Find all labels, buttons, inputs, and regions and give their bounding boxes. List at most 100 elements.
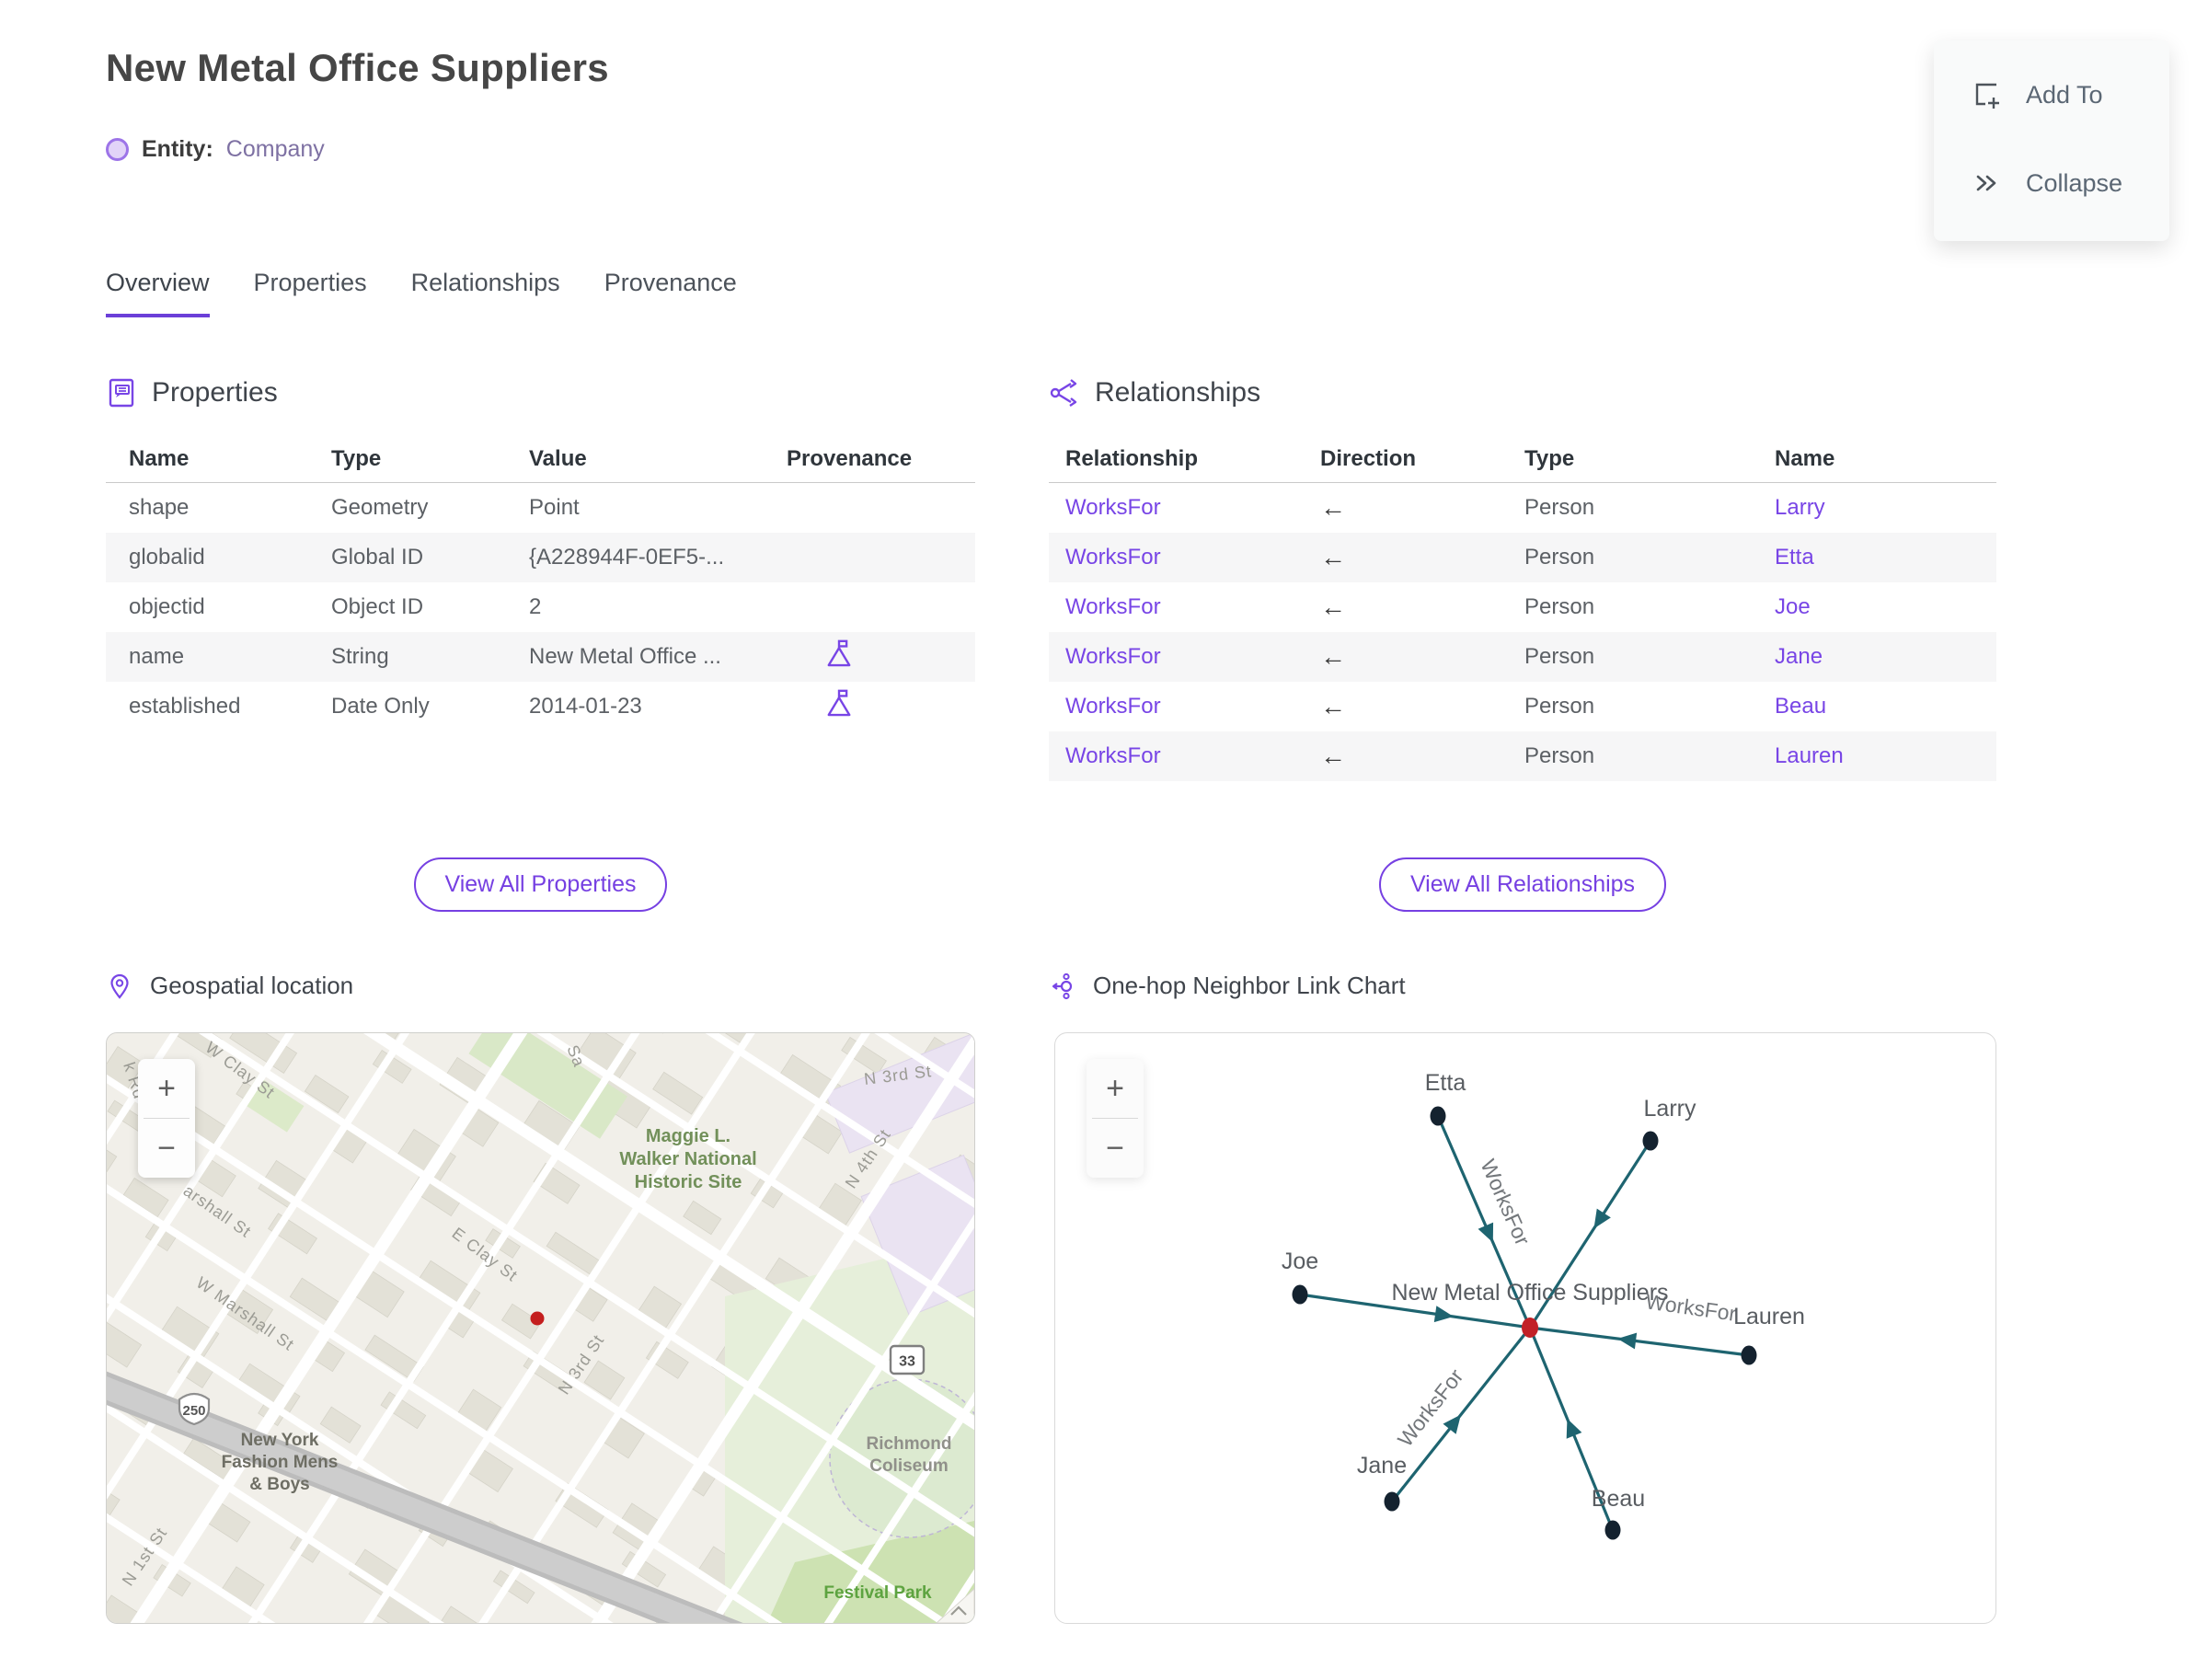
entity-type-icon xyxy=(106,138,129,161)
column-header: Value xyxy=(529,446,587,471)
property-value: 2 xyxy=(529,594,542,619)
property-type: Global ID xyxy=(331,545,424,570)
relationships-section: Relationships Relationship Direction Type N… xyxy=(1049,377,1996,781)
column-header: Name xyxy=(129,446,190,471)
provenance-flag-icon[interactable] xyxy=(825,688,853,719)
center-node-label: New Metal Office Suppliers xyxy=(1391,1280,1668,1306)
add-to-icon xyxy=(1975,83,1999,109)
properties-icon xyxy=(109,378,134,408)
relationship-cell: WorksFor xyxy=(1049,545,1304,570)
property-type: Object ID xyxy=(331,594,424,619)
edge-arrow xyxy=(1593,1208,1611,1229)
tab-relationships[interactable]: Relationships xyxy=(411,269,560,317)
properties-title: Properties xyxy=(152,377,278,408)
column-header: Relationship xyxy=(1065,446,1199,471)
poi-label: Festival Park xyxy=(823,1583,932,1603)
node-label: Lauren xyxy=(1733,1304,1805,1329)
relationship-link[interactable]: WorksFor xyxy=(1065,644,1161,669)
relationships-title: Relationships xyxy=(1095,377,1261,408)
node-center[interactable] xyxy=(1522,1318,1538,1338)
relationship-link[interactable]: WorksFor xyxy=(1065,495,1161,520)
property-value: New Metal Office ... xyxy=(529,644,721,669)
tab-properties[interactable]: Properties xyxy=(254,269,367,317)
direction-cell: ← xyxy=(1320,493,1346,522)
property-row: established Date Only 2014-01-23 xyxy=(106,682,975,731)
map-canvas[interactable]: 25033k Rd W Clay St Saarshall StW Marshall… xyxy=(107,1033,974,1623)
node-label: Jane xyxy=(1357,1453,1407,1479)
relationship-link[interactable]: WorksFor xyxy=(1065,545,1161,570)
entity-name-link[interactable]: Etta xyxy=(1775,545,1814,570)
relationship-link[interactable]: WorksFor xyxy=(1065,694,1161,719)
entity-row: Entity: Company xyxy=(106,136,325,163)
entity-location-marker[interactable] xyxy=(530,1311,545,1326)
node-beau[interactable] xyxy=(1604,1520,1621,1540)
property-row: globalid Global ID {A228944F-0EF5-... xyxy=(106,533,975,582)
name-cell: Beau xyxy=(1758,694,1996,719)
relationship-row: WorksFor ← Person Beau xyxy=(1049,682,1996,731)
property-value: 2014-01-23 xyxy=(529,694,642,719)
entity-name-link[interactable]: Lauren xyxy=(1775,743,1844,768)
linkchart-title: One-hop Neighbor Link Chart xyxy=(1093,972,1406,999)
add-to-button[interactable]: Add To xyxy=(1934,64,2169,125)
linkchart-canvas[interactable]: WorksForWorksForWorksForEttaLarryJoeLaur… xyxy=(1055,1033,1995,1623)
type-cell: Person xyxy=(1524,743,1595,768)
property-value: Point xyxy=(529,495,580,520)
property-type: Geometry xyxy=(331,495,429,520)
entity-name-link[interactable]: Beau xyxy=(1775,694,1826,719)
collapse-label: Collapse xyxy=(2026,168,2123,197)
direction-cell: ← xyxy=(1320,642,1346,671)
properties-table-header: Name Type Value Provenance xyxy=(106,436,975,483)
action-menu: Add To Collapse xyxy=(1934,40,2169,241)
entity-name-link[interactable]: Jane xyxy=(1775,644,1823,669)
edge-lauren[interactable] xyxy=(1528,1326,1751,1357)
tab-bar: Overview Properties Relationships Provenanc… xyxy=(106,269,737,317)
property-type: String xyxy=(331,644,389,669)
column-header: Direction xyxy=(1320,446,1417,471)
column-header: Type xyxy=(1524,446,1575,471)
property-row: shape Geometry Point xyxy=(106,483,975,533)
chevrons-right-icon xyxy=(1976,175,1996,191)
relationship-link[interactable]: WorksFor xyxy=(1065,743,1161,768)
tab-provenance[interactable]: Provenance xyxy=(604,269,737,317)
entity-label: Entity: xyxy=(142,136,213,162)
direction-cell: ← xyxy=(1320,543,1346,571)
node-lauren[interactable] xyxy=(1741,1345,1757,1365)
node-label: Joe xyxy=(1282,1248,1318,1274)
collapse-button[interactable]: Collapse xyxy=(1934,153,2169,213)
linkchart-zoom-in-button[interactable]: + xyxy=(1087,1059,1144,1118)
property-provenance xyxy=(764,639,975,675)
node-etta[interactable] xyxy=(1430,1106,1446,1126)
type-cell: Person xyxy=(1524,594,1595,619)
map-zoom-out-button[interactable]: − xyxy=(138,1119,195,1178)
node-larry[interactable] xyxy=(1642,1131,1659,1151)
properties-section: Properties Name Type Value Provenance shape… xyxy=(106,377,975,731)
type-cell: Person xyxy=(1524,644,1595,669)
linkchart-zoom-control: + − xyxy=(1087,1059,1144,1178)
relationship-row: WorksFor ← Person Joe xyxy=(1049,582,1996,632)
property-type: Date Only xyxy=(331,694,430,719)
map-zoom-in-button[interactable]: + xyxy=(138,1059,195,1118)
add-to-label: Add To xyxy=(2026,80,2103,109)
view-all-relationships-button[interactable]: View All Relationships xyxy=(1378,857,1667,912)
entity-name-link[interactable]: Joe xyxy=(1775,594,1811,619)
provenance-flag-icon[interactable] xyxy=(825,639,853,669)
direction-cell: ← xyxy=(1320,692,1346,720)
direction-cell: ← xyxy=(1320,742,1346,770)
view-all-properties-button[interactable]: View All Properties xyxy=(413,857,668,912)
property-row: objectid Object ID 2 xyxy=(106,582,975,632)
svg-text:250: 250 xyxy=(182,1403,205,1419)
relationship-link[interactable]: WorksFor xyxy=(1065,594,1161,619)
linkchart-zoom-out-button[interactable]: − xyxy=(1087,1119,1144,1178)
type-cell: Person xyxy=(1524,495,1595,520)
edge-label: WorksFor xyxy=(1393,1364,1468,1451)
relationship-cell: WorksFor xyxy=(1049,743,1304,769)
property-value: {A228944F-0EF5-... xyxy=(529,545,725,570)
node-jane[interactable] xyxy=(1384,1491,1400,1512)
tab-overview[interactable]: Overview xyxy=(106,269,210,317)
property-provenance xyxy=(764,688,975,725)
property-name: shape xyxy=(129,495,190,520)
direction-cell: ← xyxy=(1320,593,1346,621)
highway-shield: 250 xyxy=(178,1392,211,1426)
entity-name-link[interactable]: Larry xyxy=(1775,495,1825,520)
node-joe[interactable] xyxy=(1292,1284,1308,1305)
